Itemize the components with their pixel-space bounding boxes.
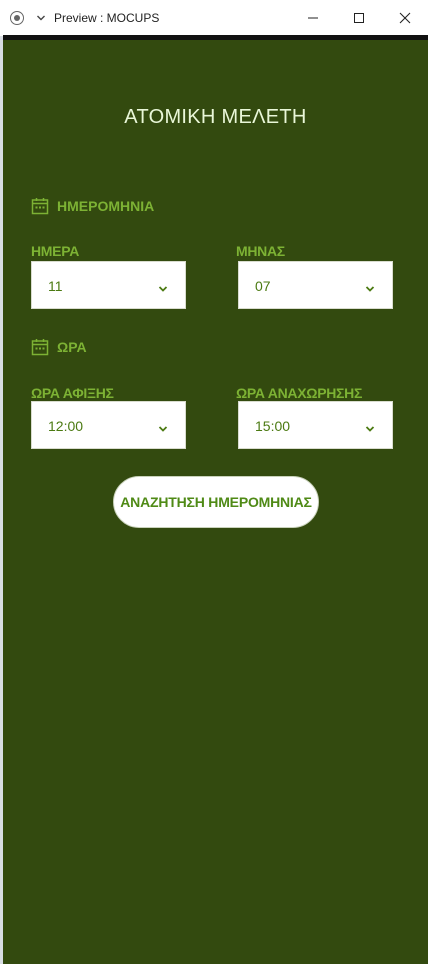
window-controls xyxy=(290,0,428,36)
close-icon xyxy=(399,12,411,24)
time-section-heading: ΩΡΑ xyxy=(31,338,87,356)
calendar-icon xyxy=(31,338,49,356)
minimize-button[interactable] xyxy=(290,0,336,36)
chevron-down-icon[interactable] xyxy=(36,13,46,23)
calendar-icon xyxy=(31,197,49,215)
chevron-down-icon xyxy=(365,281,375,292)
maximize-icon xyxy=(354,13,364,23)
day-select-value: 11 xyxy=(48,278,63,294)
day-select[interactable]: 11 xyxy=(31,261,186,309)
window-titlebar: Preview : MOCUPS xyxy=(0,0,428,36)
day-label: ΗΜΕΡΑ xyxy=(31,243,80,259)
time-section-label: ΩΡΑ xyxy=(57,339,87,355)
arrival-time-select[interactable]: 12:00 xyxy=(31,401,186,449)
app-icon[interactable] xyxy=(10,11,24,25)
titlebar-left: Preview : MOCUPS xyxy=(10,10,159,26)
departure-time-label: ΩΡΑ ΑΝΑΧΩΡΗΣΗΣ xyxy=(236,385,363,401)
chevron-down-icon xyxy=(158,421,168,432)
month-select[interactable]: 07 xyxy=(238,261,393,309)
maximize-button[interactable] xyxy=(336,0,382,36)
minimize-icon xyxy=(308,17,318,19)
arrival-time-label: ΩΡΑ ΑΦΙΞΗΣ xyxy=(31,385,114,401)
page-title: ΑΤΟΜΙΚΗ ΜΕΛΕΤΗ xyxy=(124,106,307,128)
app-screen: ΑΤΟΜΙΚΗ ΜΕΛΕΤΗ ΗΜΕΡΟΜΗΝΙΑ ΗΜΕΡΑ ΜΗΝΑΣ 11… xyxy=(3,40,428,964)
arrival-time-value: 12:00 xyxy=(48,418,84,434)
search-date-button[interactable]: ΑΝΑΖΗΤΗΣΗ ΗΜΕΡΟΜΗΝΙΑΣ xyxy=(113,476,319,528)
close-button[interactable] xyxy=(382,0,428,36)
month-label: ΜΗΝΑΣ xyxy=(236,243,285,259)
departure-time-select[interactable]: 15:00 xyxy=(238,401,393,449)
date-section-label: ΗΜΕΡΟΜΗΝΙΑ xyxy=(57,198,155,214)
chevron-down-icon xyxy=(158,281,168,292)
departure-time-value: 15:00 xyxy=(255,418,291,434)
month-select-value: 07 xyxy=(255,278,271,294)
date-section-heading: ΗΜΕΡΟΜΗΝΙΑ xyxy=(31,197,154,215)
chevron-down-icon xyxy=(365,421,375,432)
window-title: Preview : MOCUPS xyxy=(54,11,160,25)
